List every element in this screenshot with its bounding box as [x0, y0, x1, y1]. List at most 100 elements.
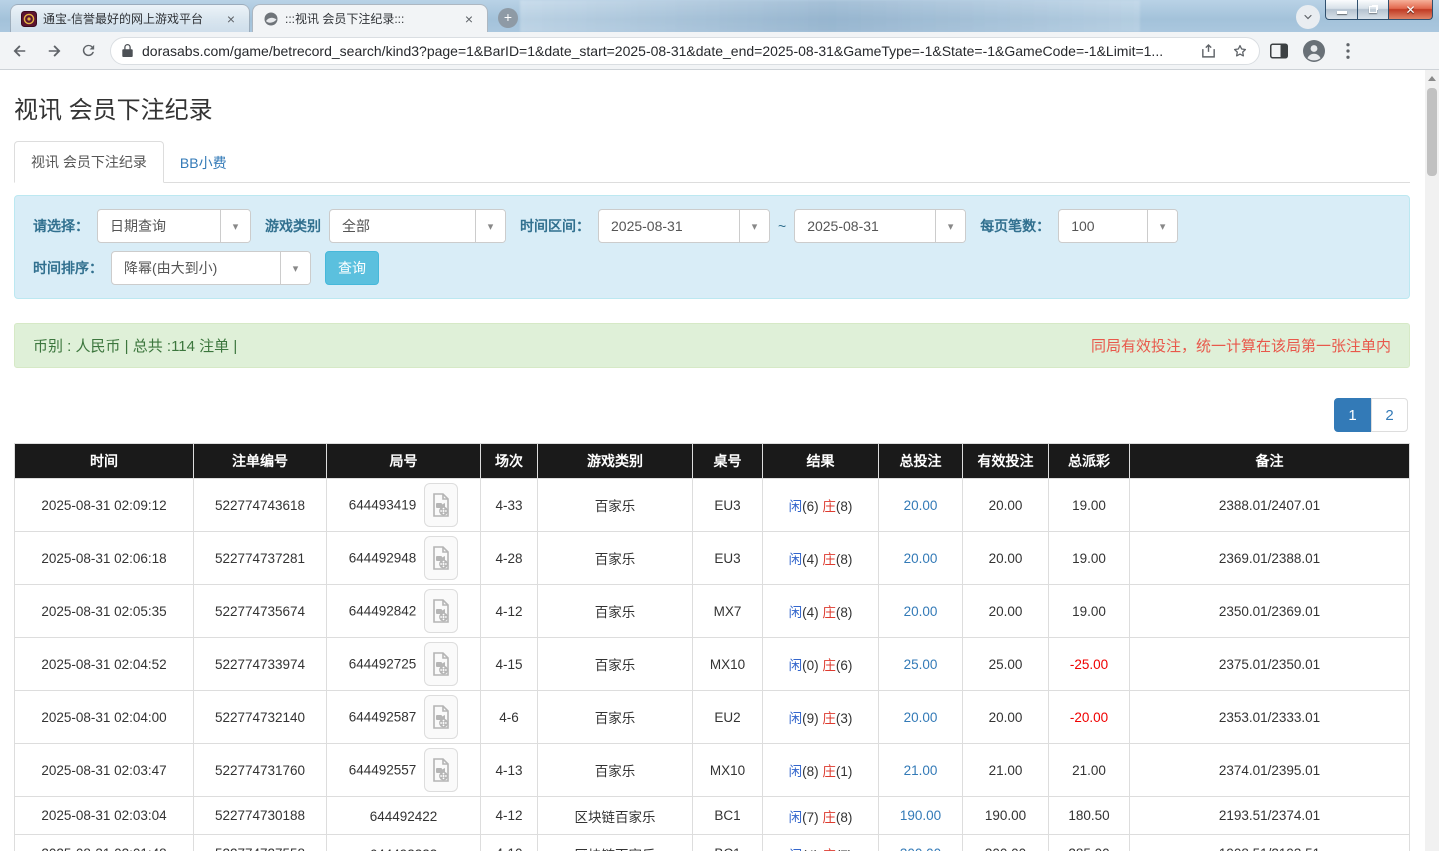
note: 2388.01/2407.01 [1129, 478, 1410, 532]
player-label: 闲 [788, 764, 803, 779]
total-bet-link[interactable]: 20.00 [904, 604, 938, 619]
payout: 180.50 [1048, 796, 1130, 835]
tab-betrecord[interactable]: 视讯 会员下注纪录 [14, 141, 164, 183]
video-replay-button[interactable] [424, 483, 459, 527]
payout: 21.00 [1048, 743, 1130, 797]
browser-tab-betrecord[interactable]: :::视讯 会员下注纪录::: × [252, 4, 488, 32]
caret-down-icon[interactable]: ▾ [1147, 210, 1178, 242]
payout-value: 285.00 [1068, 846, 1109, 851]
valid-bet: 20.00 [962, 584, 1049, 638]
payout-value: 21.00 [1072, 762, 1106, 778]
page-button[interactable]: 2 [1371, 398, 1408, 432]
total-bet-link[interactable]: 300.00 [900, 846, 941, 851]
total-bet-link[interactable]: 190.00 [900, 808, 941, 823]
total-bet-link[interactable]: 25.00 [904, 657, 938, 672]
total-bet[interactable]: 300.00 [878, 834, 963, 851]
caret-down-icon[interactable]: ▾ [220, 210, 250, 242]
total-bet[interactable]: 20.00 [878, 690, 963, 744]
bookmark-star-icon[interactable] [1231, 42, 1249, 60]
total-bet-link[interactable]: 21.00 [904, 763, 938, 778]
session: 4-12 [480, 584, 538, 638]
date-end-select[interactable]: 2025-08-31 ▾ [794, 209, 967, 243]
round-id: 644492948 [326, 531, 481, 585]
tab-bb-tip[interactable]: BB小费 [164, 143, 243, 183]
session: 4-13 [480, 743, 538, 797]
toolbar-actions [1270, 39, 1356, 63]
caret-down-icon[interactable]: ▾ [475, 210, 505, 242]
close-button[interactable]: ✕ [1389, 0, 1433, 20]
player-score: (9) [802, 711, 819, 726]
payout: -25.00 [1048, 637, 1130, 691]
player-label: 闲 [788, 658, 803, 673]
tab-close-icon[interactable]: × [223, 11, 239, 27]
total-bet[interactable]: 20.00 [878, 531, 963, 585]
caret-down-icon[interactable]: ▾ [280, 252, 310, 284]
tab-close-icon[interactable]: × [461, 11, 477, 27]
back-button[interactable] [6, 37, 34, 65]
round-id: 644492222 [326, 834, 481, 851]
session: 4-6 [480, 690, 538, 744]
page-scrollbar[interactable] [1425, 70, 1439, 851]
sort-select[interactable]: 降幂(由大到小) ▾ [111, 251, 311, 285]
result: 闲(4) 庄(7) [762, 834, 879, 851]
profile-avatar-icon[interactable] [1302, 39, 1326, 63]
page-size-select[interactable]: 100 ▾ [1058, 209, 1179, 243]
query-type-select[interactable]: 日期查询 ▾ [97, 209, 251, 243]
query-type-value: 日期查询 [110, 218, 166, 234]
round-id: 644492557 [326, 743, 481, 797]
video-replay-button[interactable] [424, 695, 459, 739]
menu-kebab-icon[interactable] [1340, 42, 1356, 60]
bet-time: 2025-08-31 02:03:47 [14, 743, 194, 797]
caret-down-icon[interactable]: ▾ [739, 210, 769, 242]
lock-icon [122, 44, 133, 57]
total-bet-link[interactable]: 20.00 [904, 551, 938, 566]
player-score: (4) [802, 848, 819, 851]
minimize-button[interactable] [1325, 0, 1358, 20]
table-header-row: 时间 注单编号 局号 场次 游戏类别 桌号 结果 总投注 有效投注 总派彩 备注 [14, 443, 1410, 479]
address-bar[interactable]: dorasabs.com/game/betrecord_search/kind3… [110, 36, 1260, 65]
new-tab-button[interactable]: + [498, 8, 518, 28]
scrollbar-up-button[interactable] [1425, 70, 1439, 86]
forward-button[interactable] [40, 37, 68, 65]
banker-score: (8) [835, 499, 853, 514]
url-text[interactable]: dorasabs.com/game/betrecord_search/kind3… [142, 43, 1200, 59]
back-arrow-icon [13, 44, 26, 57]
caret-down-icon[interactable]: ▾ [935, 210, 966, 242]
browser-tab-tongbao[interactable]: 通宝-信誉最好的网上游戏平台 × [10, 4, 250, 32]
date-start-select[interactable]: 2025-08-31 ▾ [598, 209, 770, 243]
video-replay-button[interactable] [424, 536, 459, 580]
side-panel-icon[interactable] [1270, 43, 1288, 59]
table-number: EU3 [692, 478, 763, 532]
total-bet[interactable]: 21.00 [878, 743, 963, 797]
total-bet[interactable]: 25.00 [878, 637, 963, 691]
round-id: 644493419 [326, 478, 481, 532]
column-header: 备注 [1129, 443, 1410, 479]
total-bet-link[interactable]: 20.00 [904, 498, 938, 513]
total-bet[interactable]: 190.00 [878, 796, 963, 835]
scrollbar-thumb[interactable] [1427, 88, 1437, 176]
bet-time: 2025-08-31 02:06:18 [14, 531, 194, 585]
video-replay-button[interactable] [424, 642, 459, 686]
total-bet-link[interactable]: 20.00 [904, 710, 938, 725]
video-replay-button[interactable] [424, 589, 459, 633]
game-type: 百家乐 [537, 637, 693, 691]
total-bet[interactable]: 20.00 [878, 478, 963, 532]
summary-bar: 币别 : 人民币 | 总共 :114 注单 | 同局有效投注，统一计算在该局第一… [14, 323, 1410, 368]
forward-arrow-icon [48, 44, 61, 57]
total-bet[interactable]: 20.00 [878, 584, 963, 638]
payout-value: 19.00 [1072, 603, 1106, 619]
search-button[interactable]: 查询 [325, 251, 379, 285]
column-header: 总派彩 [1048, 443, 1130, 479]
valid-bet: 20.00 [962, 478, 1049, 532]
banker-score: (3) [835, 711, 853, 726]
video-replay-button[interactable] [424, 748, 459, 792]
page-button[interactable]: 1 [1334, 398, 1371, 432]
video-replay-icon [433, 705, 450, 729]
game-type-select[interactable]: 全部 ▾ [329, 209, 506, 243]
share-icon[interactable] [1200, 42, 1217, 59]
tab-title: :::视讯 会员下注纪录::: [285, 12, 405, 26]
tab-search-button[interactable] [1296, 5, 1320, 29]
reload-button[interactable] [74, 37, 102, 65]
restore-button[interactable] [1358, 0, 1389, 20]
column-header: 结果 [762, 443, 879, 479]
